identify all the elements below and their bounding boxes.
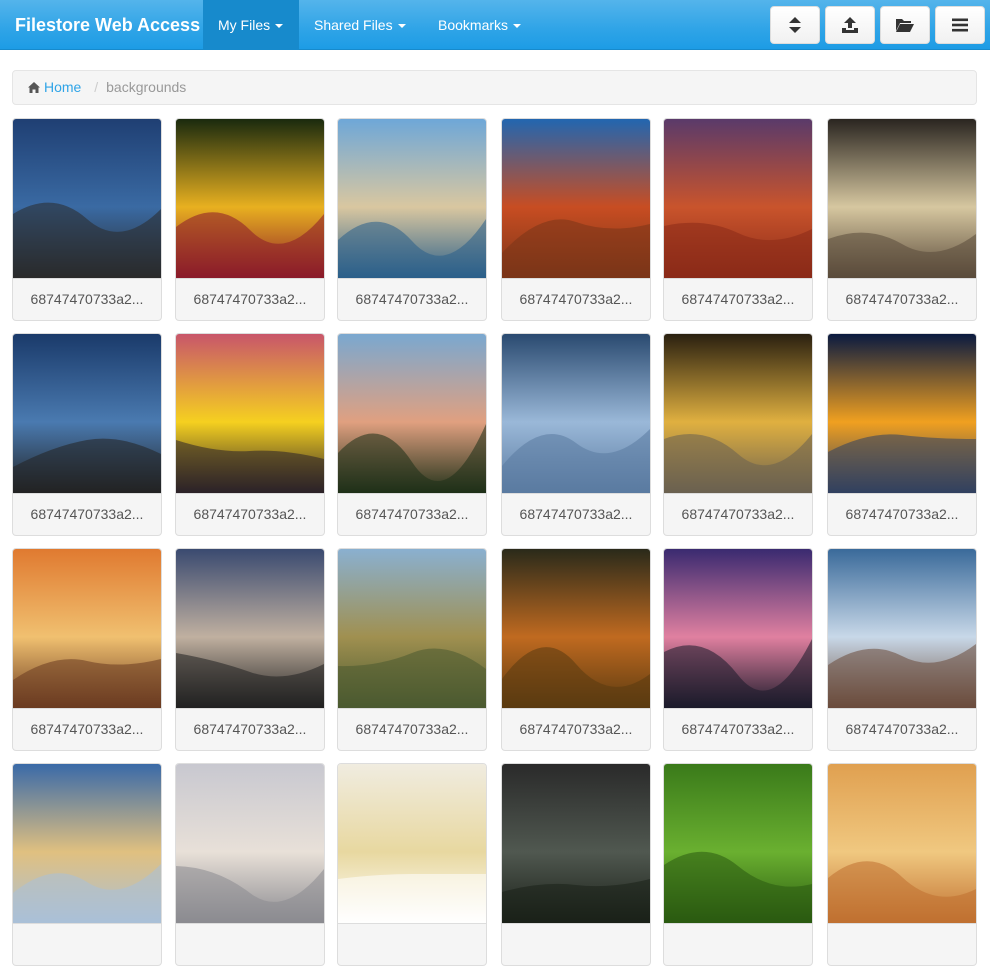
- file-thumbnail: [828, 764, 976, 923]
- file-thumbnail: [13, 549, 161, 708]
- file-thumbnail: [176, 334, 324, 493]
- upload-icon: [842, 17, 858, 33]
- file-thumbnail: [502, 334, 650, 493]
- caret-down-icon: [275, 24, 284, 29]
- menu-bookmarks-label: Bookmarks: [438, 17, 509, 33]
- file-thumbnail: [176, 549, 324, 708]
- file-name: [664, 923, 812, 965]
- file-thumbnail: [176, 764, 324, 923]
- file-thumbnail: [664, 764, 812, 923]
- file-thumbnail: [338, 764, 486, 923]
- menu-toggle-button[interactable]: [935, 6, 985, 44]
- menu-shared-files-label: Shared Files: [314, 17, 393, 33]
- file-tile[interactable]: 68747470733a2...: [501, 548, 651, 751]
- file-tile[interactable]: [827, 763, 977, 966]
- file-tile[interactable]: 68747470733a2...: [175, 118, 325, 321]
- sort-button[interactable]: [770, 6, 820, 44]
- file-tile[interactable]: 68747470733a2...: [827, 548, 977, 751]
- file-tile[interactable]: [501, 763, 651, 966]
- file-thumbnail: [13, 334, 161, 493]
- file-tile[interactable]: 68747470733a2...: [12, 118, 162, 321]
- file-tile[interactable]: 68747470733a2...: [501, 118, 651, 321]
- file-tile[interactable]: [337, 763, 487, 966]
- file-name: 68747470733a2...: [664, 708, 812, 750]
- file-tile[interactable]: 68747470733a2...: [827, 333, 977, 536]
- file-name: 68747470733a2...: [664, 493, 812, 535]
- caret-down-icon: [513, 24, 522, 29]
- file-name: 68747470733a2...: [13, 708, 161, 750]
- upload-button[interactable]: [825, 6, 875, 44]
- file-thumbnail: [13, 119, 161, 278]
- file-thumbnail: [338, 334, 486, 493]
- file-thumbnail: [664, 334, 812, 493]
- file-name: 68747470733a2...: [13, 493, 161, 535]
- file-thumbnail: [664, 549, 812, 708]
- menu-my-files[interactable]: My Files: [203, 0, 299, 50]
- file-thumbnail: [338, 119, 486, 278]
- menu-my-files-label: My Files: [218, 17, 271, 33]
- file-tile[interactable]: 68747470733a2...: [12, 548, 162, 751]
- file-thumbnail: [176, 119, 324, 278]
- file-name: 68747470733a2...: [338, 708, 486, 750]
- breadcrumb-separator: /: [94, 79, 99, 95]
- file-tile[interactable]: 68747470733a2...: [337, 333, 487, 536]
- file-name: [338, 923, 486, 965]
- file-tile[interactable]: 68747470733a2...: [501, 333, 651, 536]
- file-name: 68747470733a2...: [502, 708, 650, 750]
- file-thumbnail: [664, 119, 812, 278]
- file-tile[interactable]: [12, 763, 162, 966]
- file-thumbnail: [502, 764, 650, 923]
- file-name: 68747470733a2...: [828, 493, 976, 535]
- file-name: 68747470733a2...: [828, 278, 976, 320]
- breadcrumb-home-label: Home: [44, 79, 82, 95]
- sort-icon: [789, 17, 801, 33]
- breadcrumb-current: backgrounds: [106, 79, 187, 95]
- file-name: 68747470733a2...: [828, 708, 976, 750]
- file-tile[interactable]: 68747470733a2...: [663, 548, 813, 751]
- file-name: 68747470733a2...: [338, 493, 486, 535]
- home-icon: [28, 82, 40, 93]
- file-name: [502, 923, 650, 965]
- file-name: 68747470733a2...: [338, 278, 486, 320]
- file-tile[interactable]: 68747470733a2...: [337, 118, 487, 321]
- file-thumbnail: [828, 549, 976, 708]
- top-navbar: Filestore Web Access My Files Shared Fil…: [0, 0, 990, 50]
- brand-title[interactable]: Filestore Web Access: [15, 0, 200, 50]
- file-name: 68747470733a2...: [176, 278, 324, 320]
- folder-open-icon: [896, 19, 914, 32]
- file-name: [13, 923, 161, 965]
- caret-down-icon: [397, 24, 406, 29]
- file-name: [176, 923, 324, 965]
- file-tile[interactable]: 68747470733a2...: [175, 333, 325, 536]
- file-thumbnail: [338, 549, 486, 708]
- file-tile[interactable]: [175, 763, 325, 966]
- menu-icon: [952, 18, 968, 32]
- breadcrumb-home-link[interactable]: Home: [28, 79, 85, 95]
- menu-shared-files[interactable]: Shared Files: [299, 0, 423, 50]
- file-tile[interactable]: 68747470733a2...: [827, 118, 977, 321]
- file-name: 68747470733a2...: [176, 708, 324, 750]
- file-name: 68747470733a2...: [13, 278, 161, 320]
- file-tile[interactable]: 68747470733a2...: [175, 548, 325, 751]
- open-folder-button[interactable]: [880, 6, 930, 44]
- file-thumbnail: [828, 119, 976, 278]
- menu-bookmarks[interactable]: Bookmarks: [423, 0, 537, 50]
- file-tile[interactable]: 68747470733a2...: [663, 333, 813, 536]
- file-tile[interactable]: 68747470733a2...: [12, 333, 162, 536]
- file-tile[interactable]: 68747470733a2...: [663, 118, 813, 321]
- file-thumbnail: [828, 334, 976, 493]
- file-name: 68747470733a2...: [664, 278, 812, 320]
- file-tile[interactable]: [663, 763, 813, 966]
- file-name: 68747470733a2...: [502, 493, 650, 535]
- file-tile[interactable]: 68747470733a2...: [337, 548, 487, 751]
- file-thumbnail: [13, 764, 161, 923]
- file-thumbnail: [502, 119, 650, 278]
- file-name: 68747470733a2...: [176, 493, 324, 535]
- breadcrumb: Home / backgrounds: [12, 70, 977, 105]
- file-name: [828, 923, 976, 965]
- file-name: 68747470733a2...: [502, 278, 650, 320]
- file-thumbnail: [502, 549, 650, 708]
